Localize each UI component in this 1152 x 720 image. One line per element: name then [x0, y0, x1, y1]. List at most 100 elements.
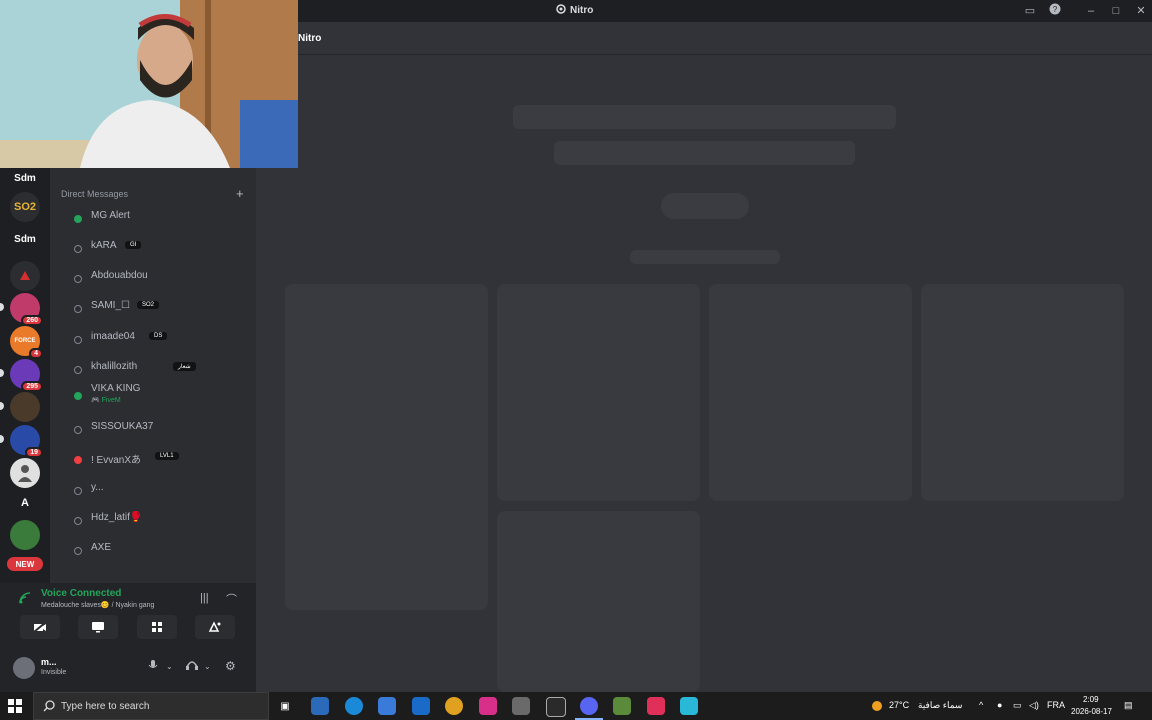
- status-indicator: [74, 456, 82, 464]
- server-green[interactable]: [10, 520, 40, 550]
- minecraft-icon[interactable]: [613, 697, 631, 715]
- mention-badge: 4: [29, 348, 43, 359]
- server-tag: DS: [149, 332, 168, 340]
- chevron-down-icon[interactable]: ⌄: [166, 662, 173, 671]
- store-icon[interactable]: [378, 697, 396, 715]
- tiktok-icon[interactable]: [647, 697, 665, 715]
- dm-item[interactable]: imaade04 DS: [74, 327, 244, 351]
- inbox-icon[interactable]: ▭: [1022, 3, 1038, 19]
- maximize-button[interactable]: □: [1108, 3, 1124, 19]
- server-tag: GI: [125, 241, 142, 249]
- user-status: Invisible: [41, 669, 67, 676]
- taskbar-search[interactable]: Type here to search: [33, 692, 269, 720]
- voice-status[interactable]: Voice Connected: [41, 588, 121, 599]
- loading-skeleton: [630, 250, 780, 264]
- dm-item[interactable]: khalillozith شعار: [74, 357, 244, 381]
- voice-panel: Voice Connected Medalouche slaves😊 / Nya…: [0, 583, 256, 645]
- server-label: Sdm: [14, 233, 36, 245]
- vpn-icon[interactable]: [680, 697, 698, 715]
- volume-icon[interactable]: ◁): [1029, 700, 1039, 711]
- server-a[interactable]: A: [10, 488, 40, 518]
- server-label: SO2: [13, 201, 36, 213]
- clock-date[interactable]: 2026-08-17: [1071, 707, 1112, 716]
- username[interactable]: m...: [41, 657, 57, 667]
- windows-start-icon[interactable]: [8, 699, 22, 713]
- headphones-icon[interactable]: [186, 659, 198, 674]
- dm-item[interactable]: Hdz_latif🥊: [74, 508, 244, 532]
- avatar[interactable]: [13, 657, 35, 679]
- server-sdm-2[interactable]: Sdm: [10, 224, 40, 254]
- server-label: FORCE: [14, 338, 36, 344]
- screen-share-button[interactable]: [78, 615, 118, 639]
- mail-icon[interactable]: [412, 697, 430, 715]
- app-icon[interactable]: [512, 697, 530, 715]
- weather-temp[interactable]: 27°C: [889, 700, 909, 710]
- edge-icon[interactable]: [345, 697, 363, 715]
- soundboard-button[interactable]: [195, 615, 235, 639]
- page-title: Nitro: [298, 33, 322, 44]
- dm-item[interactable]: Abdouabdou: [74, 266, 244, 290]
- unread-pill: [0, 435, 4, 443]
- noise-suppression-icon[interactable]: |||: [200, 592, 209, 604]
- signal-icon[interactable]: [18, 591, 32, 610]
- mention-badge: 260: [21, 315, 43, 326]
- dm-name: Hdz_latif🥊: [91, 512, 143, 523]
- dm-item[interactable]: SISSOUKA37: [74, 417, 244, 441]
- camera-off-button[interactable]: [20, 615, 60, 639]
- app-icon[interactable]: [311, 697, 329, 715]
- dm-item[interactable]: kARA GI: [74, 236, 244, 260]
- close-button[interactable]: ✕: [1133, 3, 1149, 19]
- dm-name: AXE: [91, 542, 112, 553]
- dm-name: y...: [91, 482, 104, 493]
- instagram-icon[interactable]: [479, 697, 497, 715]
- unread-pill: [0, 303, 4, 311]
- unread-pill: [0, 369, 4, 377]
- dm-item[interactable]: ! EvvanXあ LVL1: [74, 447, 244, 471]
- voice-channel[interactable]: Medalouche slaves😊 / Nyakin gang: [41, 601, 154, 609]
- discord-icon[interactable]: [580, 697, 598, 715]
- new-badge[interactable]: NEW: [7, 557, 43, 571]
- status-indicator: [74, 426, 82, 434]
- obs-icon[interactable]: [546, 697, 566, 717]
- network-icon[interactable]: ▭: [1013, 700, 1022, 711]
- weather-text[interactable]: سماء صافية: [918, 700, 962, 711]
- server-label: Sdm: [14, 172, 36, 184]
- chrome-icon[interactable]: [445, 697, 463, 715]
- language-indicator[interactable]: FRA: [1047, 700, 1065, 710]
- server-so2[interactable]: SO2: [10, 192, 40, 222]
- disconnect-icon[interactable]: ⌒: [226, 591, 237, 607]
- add-dm-button[interactable]: +: [236, 186, 244, 201]
- weather-icon[interactable]: [870, 699, 884, 715]
- dm-name: SAMI_☐: [91, 300, 130, 311]
- server-person[interactable]: [10, 458, 40, 488]
- server-260[interactable]: 260: [10, 293, 43, 326]
- activities-button[interactable]: [137, 615, 177, 639]
- loading-skeleton: [554, 141, 855, 165]
- loading-card: [497, 511, 700, 692]
- server-295[interactable]: 295: [10, 359, 43, 392]
- minimize-button[interactable]: –: [1083, 3, 1099, 19]
- microphone-icon[interactable]: [148, 659, 158, 674]
- server-tag: LVL1: [155, 452, 179, 460]
- status-indicator: [74, 392, 82, 400]
- dm-item[interactable]: y...: [74, 478, 244, 502]
- loading-card: [709, 284, 912, 501]
- chevron-up-icon[interactable]: ^: [979, 700, 983, 710]
- dm-item[interactable]: MG Alert: [74, 206, 244, 230]
- server-red[interactable]: [10, 261, 40, 291]
- microphone-tray-icon[interactable]: ●: [997, 700, 1002, 710]
- dm-item[interactable]: SAMI_☐ SO2: [74, 296, 244, 320]
- gear-icon[interactable]: ⚙: [225, 659, 236, 673]
- clock-time[interactable]: 2:09: [1083, 695, 1099, 704]
- notification-icon[interactable]: ▤: [1124, 700, 1133, 711]
- task-view-icon[interactable]: ▣: [276, 697, 294, 715]
- server-force[interactable]: FORCE 4: [10, 326, 43, 359]
- chevron-down-icon[interactable]: ⌄: [204, 662, 211, 671]
- dm-item[interactable]: AXE: [74, 538, 244, 562]
- loading-card: [497, 284, 700, 501]
- server-label: A: [21, 497, 29, 509]
- dm-item[interactable]: VIKA KING 🎮 FiveM: [74, 383, 244, 407]
- server-19[interactable]: 19: [10, 425, 43, 458]
- server-dark[interactable]: [10, 392, 40, 422]
- help-icon[interactable]: ?: [1047, 3, 1063, 19]
